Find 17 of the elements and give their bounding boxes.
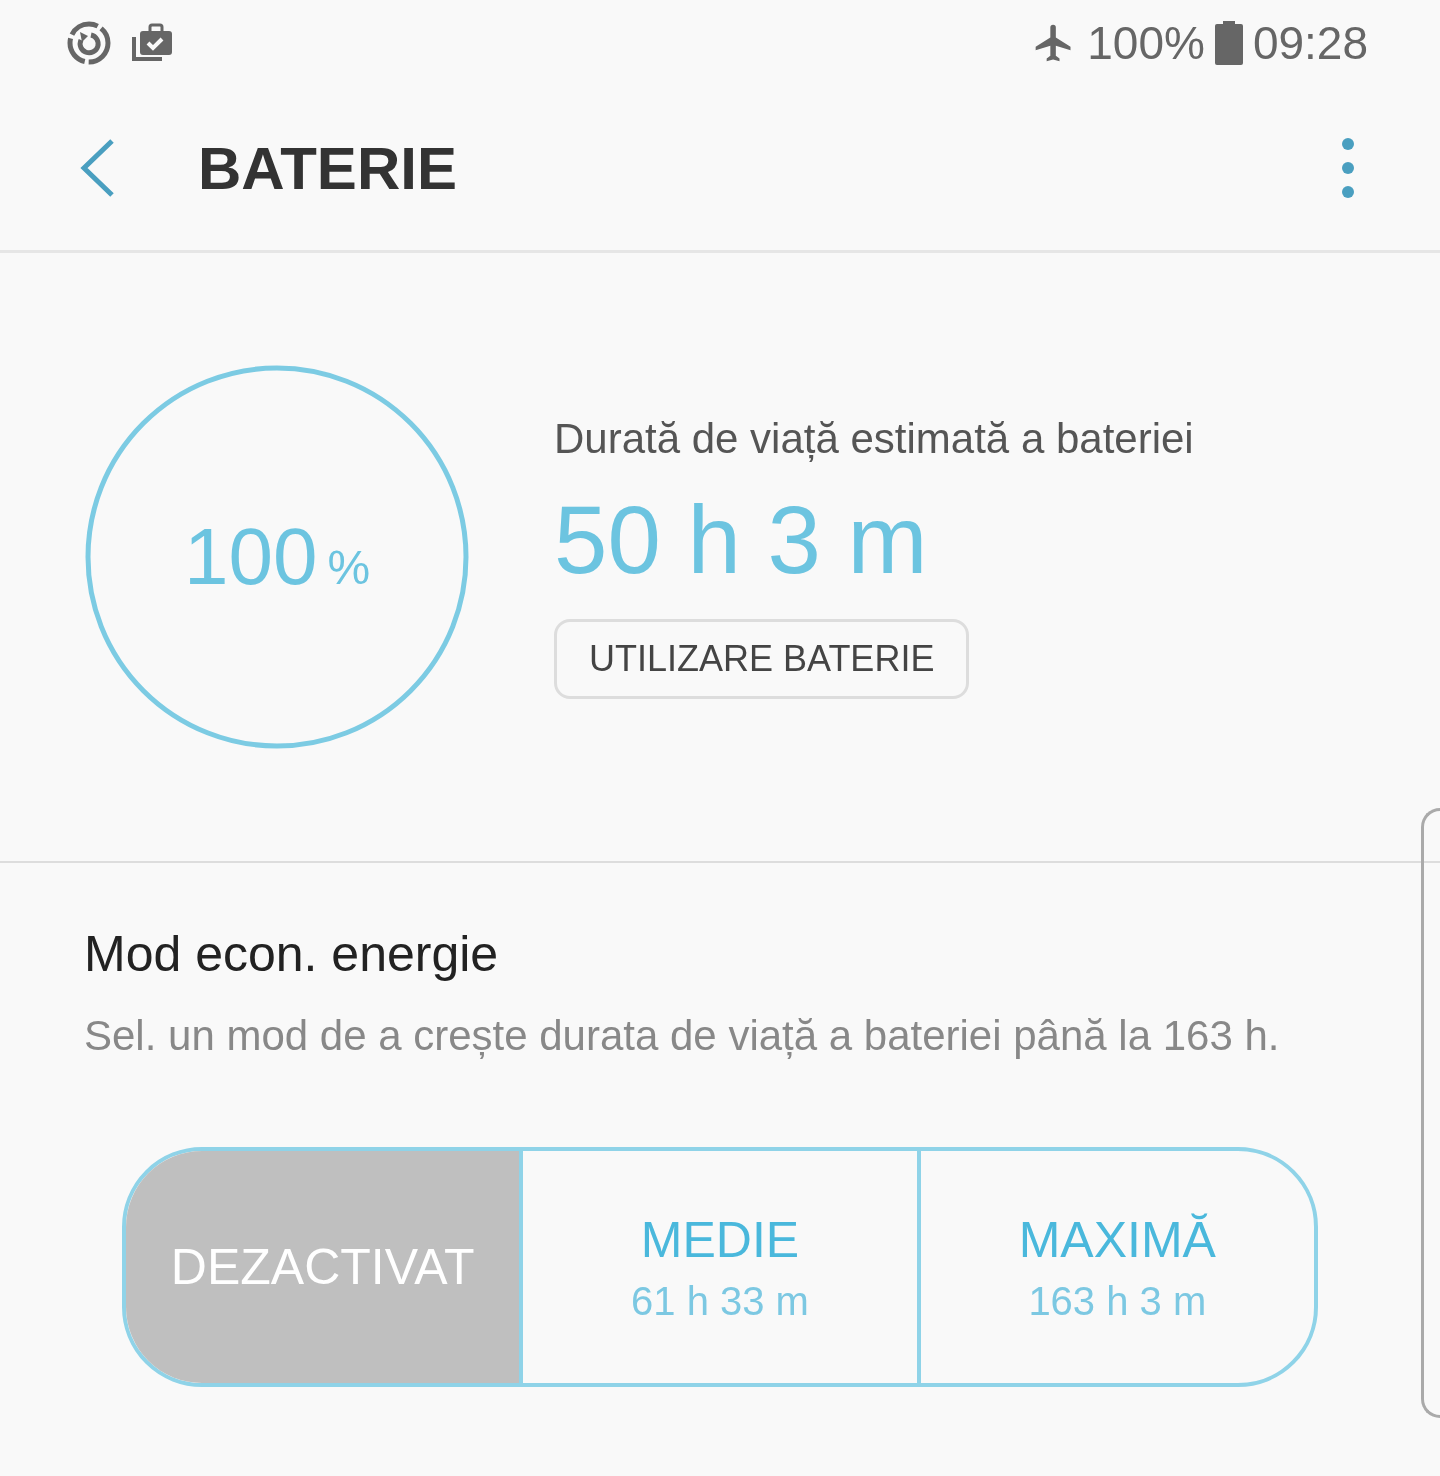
- battery-percent-value: 100: [183, 511, 318, 603]
- mode-option[interactable]: DEZACTIVAT: [126, 1151, 520, 1383]
- page-title: BATERIE: [198, 133, 458, 203]
- battery-icon: [1214, 21, 1243, 65]
- section-description: Sel. un mod de a crește durata de viață a bateriei până la 163 h.: [84, 1011, 1281, 1061]
- clock-time: 09:28: [1252, 16, 1368, 70]
- edge-panel-handle[interactable]: [1421, 808, 1440, 1418]
- mode-option[interactable]: MEDIE 61 h 33 m: [519, 1151, 917, 1383]
- sync-icon: [66, 20, 112, 66]
- estimate-label: Durată de viață estimată a bateriei: [554, 415, 1194, 463]
- section-title: Mod econ. energie: [84, 925, 500, 983]
- percent-unit: %: [327, 539, 371, 595]
- battery-usage-button[interactable]: UTILIZARE BATERIE: [554, 619, 970, 699]
- battery-percent: 100%: [1087, 16, 1205, 70]
- mode-option[interactable]: MAXIMĂ 163 h 3 m: [916, 1151, 1314, 1383]
- estimated-time: 50 h 3 m: [554, 485, 928, 595]
- briefcase-check-icon: [130, 23, 174, 63]
